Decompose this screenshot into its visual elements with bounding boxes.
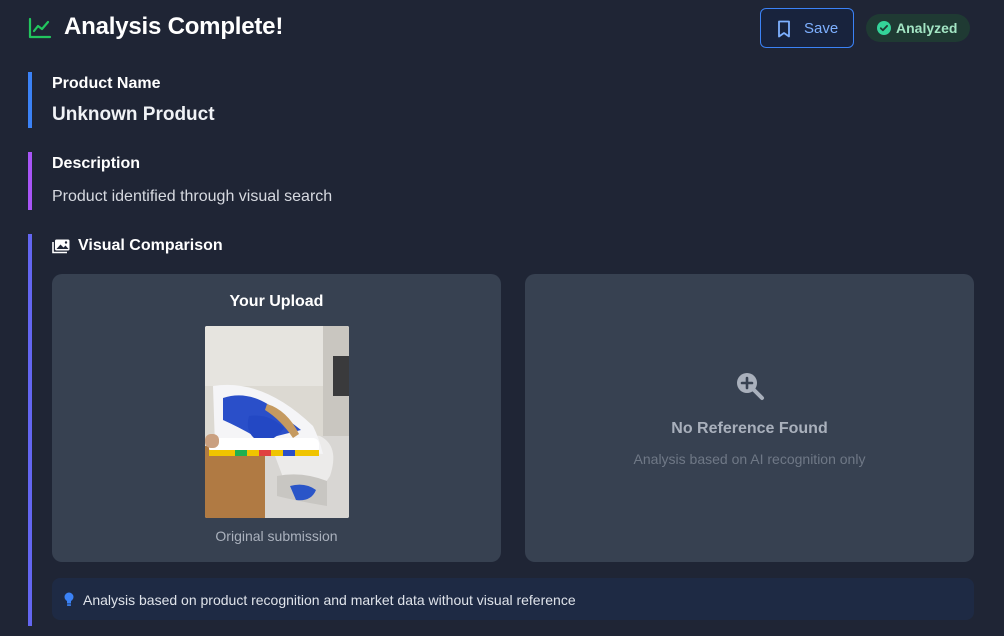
upload-card: Your Upload Original submission [52, 274, 501, 562]
analysis-panel: Analysis Complete! Save Analyzed Product… [0, 0, 1004, 636]
header: Analysis Complete! Save Analyzed [28, 8, 970, 48]
analysis-note-text: Analysis based on product recognition an… [83, 592, 576, 608]
visual-comparison-section: Visual Comparison Your Upload Original s… [28, 234, 974, 626]
product-name-value: Unknown Product [52, 104, 215, 125]
analysis-note: Analysis based on product recognition an… [52, 578, 974, 620]
bookmark-icon [778, 20, 790, 38]
page-title: Analysis Complete! [64, 13, 284, 40]
trending-up-icon [28, 17, 52, 39]
description-section: Description Product identified through v… [28, 152, 970, 210]
check-circle-icon [877, 21, 891, 35]
reference-card: No Reference Found Analysis based on AI … [525, 274, 974, 562]
upload-caption: Original submission [215, 528, 338, 544]
image-gallery-icon [52, 239, 70, 254]
description-value: Product identified through visual search [52, 188, 333, 205]
status-badge: Analyzed [866, 14, 970, 42]
description-label: Description [52, 155, 141, 172]
no-reference-title: No Reference Found [671, 420, 828, 437]
visual-comparison-label: Visual Comparison [78, 237, 223, 254]
save-button-label: Save [804, 20, 839, 37]
status-badge-label: Analyzed [896, 20, 958, 36]
zoom-in-icon [737, 373, 764, 400]
upload-card-title: Your Upload [229, 293, 324, 310]
product-name-label: Product Name [52, 75, 161, 92]
lightbulb-icon [64, 592, 74, 606]
product-name-section: Product Name Unknown Product [28, 72, 970, 128]
uploaded-image[interactable] [205, 326, 349, 518]
save-button[interactable]: Save [760, 8, 854, 48]
sneaker-photo [205, 326, 349, 518]
no-reference-subtitle: Analysis based on AI recognition only [633, 451, 866, 467]
